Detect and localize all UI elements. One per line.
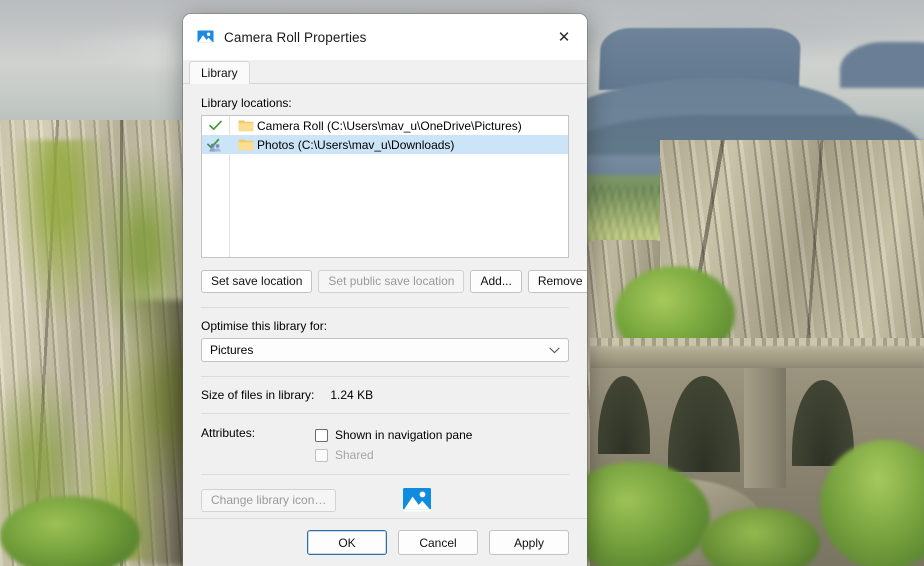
close-icon: ✕ xyxy=(557,28,571,46)
attributes-checkbox-group: Shown in navigation pane Shared xyxy=(315,425,472,465)
list-item-label: Camera Roll (C:\Users\mav_u\OneDrive\Pic… xyxy=(257,118,522,133)
check-icon xyxy=(202,116,229,135)
wallpaper-bridge-pier xyxy=(744,368,786,488)
size-of-files-label: Size of files in library: xyxy=(201,388,315,402)
chevron-down-icon xyxy=(549,343,560,357)
shown-in-navigation-pane-checkbox[interactable]: Shown in navigation pane xyxy=(315,425,472,445)
picture-icon xyxy=(403,488,432,512)
divider xyxy=(201,307,569,308)
optimise-selected-value: Pictures xyxy=(210,343,254,357)
set-save-location-button[interactable]: Set save location xyxy=(201,270,313,293)
change-library-icon-button: Change library icon… xyxy=(201,488,337,512)
shared-checkbox: Shared xyxy=(315,445,472,465)
wallpaper-tree xyxy=(0,496,140,566)
apply-button[interactable]: Apply xyxy=(489,530,569,555)
size-of-files-value: 1.24 KB xyxy=(330,388,374,402)
remove-button[interactable]: Remove xyxy=(527,270,587,293)
divider xyxy=(201,474,569,475)
location-buttons-row: Set save location Set public save locati… xyxy=(201,270,587,293)
list-item[interactable]: Camera Roll (C:\Users\mav_u\OneDrive\Pic… xyxy=(202,116,568,135)
library-locations-list[interactable]: Camera Roll (C:\Users\mav_u\OneDrive\Pic… xyxy=(201,115,569,258)
close-button[interactable]: ✕ xyxy=(541,14,587,60)
tab-strip: Library xyxy=(183,60,587,85)
check-people-icon xyxy=(202,135,229,154)
picture-icon xyxy=(197,30,214,44)
attributes-section: Attributes: Shown in navigation pane Sha… xyxy=(201,425,569,465)
dialog-body: Library locations: Camera Roll (C:\Users… xyxy=(183,84,587,566)
folder-icon xyxy=(235,119,257,132)
optimise-label: Optimise this library for: xyxy=(201,319,328,333)
window-title: Camera Roll Properties xyxy=(224,29,367,45)
checkbox-box xyxy=(315,448,328,462)
set-public-save-location-button: Set public save location xyxy=(318,270,465,293)
attributes-label: Attributes: xyxy=(201,426,256,440)
optimise-library-dropdown[interactable]: Pictures xyxy=(201,338,569,362)
library-icon-section: Change library icon… xyxy=(201,486,569,514)
divider xyxy=(201,413,569,414)
add-button[interactable]: Add... xyxy=(470,270,522,293)
checkbox-label: Shared xyxy=(335,448,374,462)
library-locations-label: Library locations: xyxy=(201,96,292,110)
folder-icon xyxy=(235,138,257,151)
checkbox-box xyxy=(315,428,328,442)
list-item[interactable]: Photos (C:\Users\mav_u\Downloads) xyxy=(202,135,568,154)
wallpaper-distant-mesa xyxy=(840,42,924,88)
title-bar: Camera Roll Properties ✕ xyxy=(183,14,587,60)
camera-roll-properties-dialog: Camera Roll Properties ✕ Library Library… xyxy=(183,14,587,566)
size-of-files-row: Size of files in library: 1.24 KB xyxy=(201,388,569,402)
tab-library[interactable]: Library xyxy=(189,61,250,85)
ok-button[interactable]: OK xyxy=(307,530,387,555)
cancel-button[interactable]: Cancel xyxy=(398,530,478,555)
divider xyxy=(201,376,569,377)
dialog-footer: OK Cancel Apply xyxy=(183,518,587,566)
list-item-label: Photos (C:\Users\mav_u\Downloads) xyxy=(257,137,455,152)
checkbox-label: Shown in navigation pane xyxy=(335,428,473,442)
